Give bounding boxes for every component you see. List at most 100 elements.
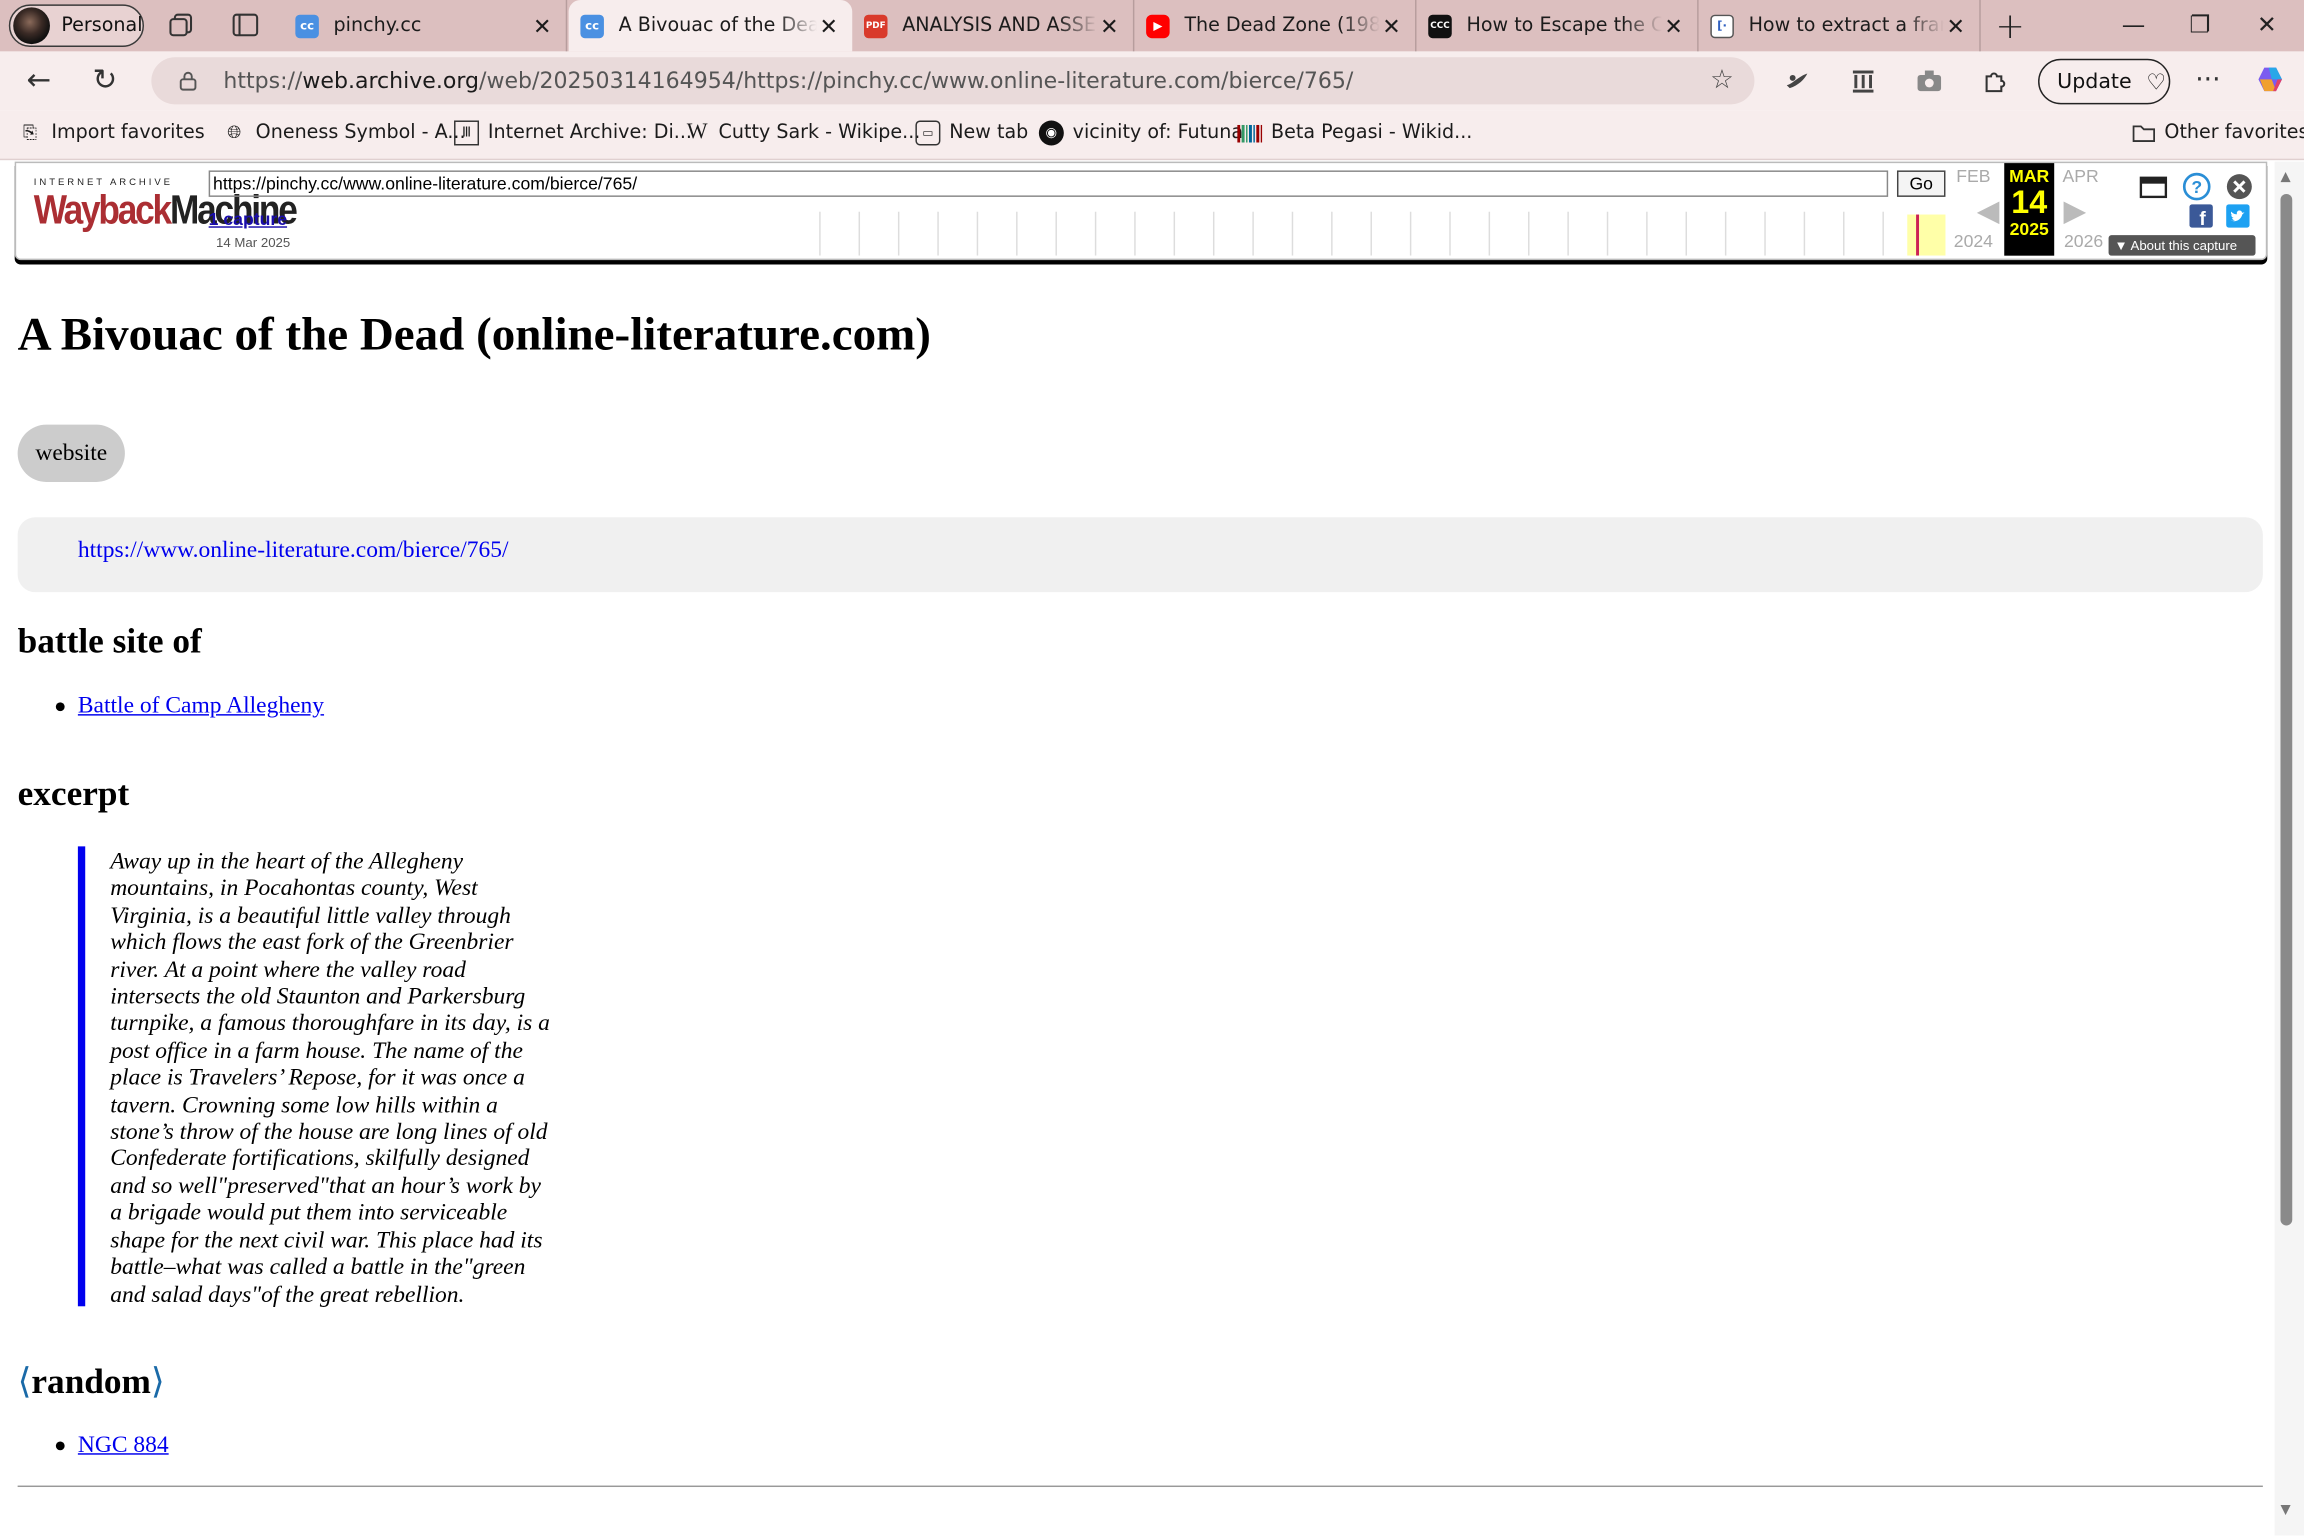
- close-tab-icon[interactable]: ✕: [1098, 12, 1122, 38]
- divider: [17, 1485, 2263, 1488]
- prev-month: FEB: [1956, 166, 1991, 187]
- tab-title: How to Escape the Conformity: [1466, 14, 1661, 37]
- extension-icon[interactable]: [1782, 66, 1811, 95]
- wayback-logo[interactable]: INTERNET ARCHIVE WaybackMachine: [33, 178, 298, 243]
- close-tab-icon[interactable]: ✕: [1944, 12, 1968, 38]
- about-label: About this capture: [2130, 238, 2238, 253]
- source-link[interactable]: https://www.online-literature.com/bierce…: [78, 538, 509, 564]
- battle-link[interactable]: Battle of Camp Allegheny: [78, 694, 324, 720]
- tab-analysis[interactable]: PDF ANALYSIS AND ASSESSMENT ✕: [852, 0, 1135, 52]
- about-capture-button[interactable]: ▼ About this capture: [2108, 235, 2256, 256]
- wikipedia-icon: W: [686, 120, 708, 145]
- scroll-down-arrow[interactable]: ▼: [2280, 1503, 2290, 1518]
- excerpt-line: shape for the next civil war. This place…: [110, 1227, 543, 1253]
- tab-extract-frame[interactable]: [· How to extract a frame from a video ✕: [1699, 0, 1981, 52]
- favorite-cutty-sark[interactable]: W Cutty Sark - Wikipe...: [685, 120, 921, 145]
- tab-pinchy[interactable]: cc pinchy.cc ✕: [284, 0, 568, 52]
- scrollbar[interactable]: ▲ ▼: [2274, 161, 2304, 1536]
- import-icon: ⎘: [23, 121, 38, 143]
- cur-day: 14: [2011, 183, 2048, 221]
- more-options-icon[interactable]: ···: [2195, 65, 2220, 96]
- excerpt-line: and salad days"of the great rebellion.: [110, 1282, 465, 1308]
- profile-button[interactable]: Personal: [8, 4, 145, 48]
- favorite-label: Other favorites: [2164, 121, 2304, 145]
- favorite-star-icon[interactable]: ☆: [1710, 65, 1734, 96]
- other-favorites[interactable]: Other favorites: [2131, 120, 2304, 145]
- random-link[interactable]: NGC 884: [78, 1433, 169, 1459]
- circle-icon: ◉: [1038, 120, 1064, 146]
- screenshot-icon[interactable]: [1915, 66, 1944, 95]
- page-title: A Bivouac of the Dead (online-literature…: [17, 307, 931, 361]
- section-battle-site: battle site of: [17, 623, 202, 662]
- svg-text:?: ?: [2191, 177, 2202, 197]
- cur-year: 2025: [2009, 218, 2049, 240]
- tab-title: The Dead Zone (1983) - YouTube: [1184, 14, 1380, 37]
- folder-icon: [2131, 120, 2156, 145]
- close-tab-icon[interactable]: ✕: [817, 12, 841, 38]
- favorite-beta-pegasi[interactable]: Beta Pegasi - Wikid...: [1237, 120, 1472, 145]
- capture-sparkline[interactable]: [817, 211, 1948, 256]
- tab-dead-zone[interactable]: ▶ The Dead Zone (1983) - YouTube ✕: [1134, 0, 1417, 52]
- facebook-icon[interactable]: f: [2189, 204, 2213, 228]
- excerpt-line: intersects the old Staunton and Parkersb…: [110, 984, 526, 1010]
- tab-title: pinchy.cc: [333, 14, 422, 37]
- list-item: NGC 884: [55, 1433, 169, 1459]
- new-tab-button[interactable]: +: [1995, 6, 2025, 47]
- tab-bivouac[interactable]: cc A Bivouac of the Dead (online-literat…: [568, 0, 853, 52]
- tab-title: ANALYSIS AND ASSESSMENT: [902, 14, 1097, 37]
- logo-wayback: Wayback: [33, 187, 172, 234]
- next-capture-arrow[interactable]: ▶: [2053, 192, 2097, 229]
- excerpt-line: mountains, in Pocahontas county, West: [110, 876, 478, 902]
- excerpt-line: a brigade would put them into serviceabl…: [110, 1200, 508, 1226]
- excerpt-line: and so well"preserved"that an hour’s wor…: [110, 1173, 541, 1199]
- favorite-futuna[interactable]: ◉ vicinity of: Futuna: [1038, 120, 1244, 146]
- excerpt-line: Away up in the heart of the Allegheny: [110, 849, 464, 875]
- tab-strip: Personal cc pinchy.cc ✕ cc A Bivouac of …: [0, 0, 2304, 52]
- favorite-oneness[interactable]: 🌐︎ Oneness Symbol - A...: [222, 120, 465, 145]
- excerpt-line: place is Travelers’ Repose, for it was o…: [110, 1065, 525, 1091]
- current-capture: MAR 14 2025: [2004, 163, 2055, 256]
- calendar-icon[interactable]: [2139, 175, 2168, 200]
- cc-icon: cc: [295, 13, 319, 38]
- excerpt-line: tavern. Crowning some low hills within a: [110, 1092, 498, 1118]
- wayback-url-input[interactable]: https://pinchy.cc/www.online-literature.…: [208, 170, 1889, 197]
- svg-text:f: f: [2199, 209, 2206, 228]
- update-button[interactable]: Update ♡: [2038, 58, 2171, 105]
- favorite-internet-archive[interactable]: Ⅲ Internet Archive: Di...: [454, 120, 692, 146]
- scrollbar-thumb[interactable]: [2280, 193, 2293, 1226]
- favorite-label: vicinity of: Futuna: [1072, 121, 1244, 145]
- next-month: APR: [2062, 166, 2099, 187]
- doc-icon: [·: [1710, 13, 1734, 38]
- restore-icon[interactable]: ❐: [2189, 10, 2210, 38]
- back-icon[interactable]: ←: [26, 62, 51, 97]
- captures-link[interactable]: 1 capture: [209, 209, 287, 230]
- scroll-up-arrow[interactable]: ▲: [2280, 170, 2290, 185]
- globe-icon: 🌐︎: [227, 121, 242, 143]
- close-window-icon[interactable]: ✕: [2257, 10, 2277, 38]
- section-random: ⟨random⟩: [18, 1361, 165, 1404]
- heart-icon: ♡: [2146, 68, 2167, 95]
- wayback-toolbar: INTERNET ARCHIVE WaybackMachine https://…: [14, 161, 2268, 261]
- minimize-icon[interactable]: —: [2122, 10, 2146, 38]
- excerpt-line: which flows the east fork of the Greenbr…: [110, 930, 514, 956]
- close-toolbar-icon[interactable]: [2225, 172, 2254, 201]
- extensions-puzzle-icon[interactable]: [1981, 66, 2010, 95]
- help-icon[interactable]: ?: [2182, 172, 2211, 201]
- favorite-new-tab[interactable]: ▭ New tab: [915, 120, 1028, 146]
- copilot-icon[interactable]: [2256, 63, 2288, 95]
- wayback-go-button[interactable]: Go: [1896, 170, 1946, 197]
- tab-actions-icon[interactable]: [231, 12, 260, 38]
- site-info-icon[interactable]: [178, 71, 199, 92]
- favorite-import[interactable]: ⎘ Import favorites: [18, 120, 205, 145]
- close-tab-icon[interactable]: ✕: [530, 12, 554, 38]
- close-tab-icon[interactable]: ✕: [1380, 12, 1404, 38]
- archive-extension-icon[interactable]: [1848, 66, 1877, 95]
- tab-escape[interactable]: CCC How to Escape the Conformity ✕: [1416, 0, 1699, 52]
- address-bar[interactable]: https://web.archive.org/web/202503141649…: [151, 57, 1755, 105]
- close-tab-icon[interactable]: ✕: [1662, 12, 1686, 38]
- refresh-icon[interactable]: ↻: [93, 62, 118, 97]
- youtube-icon: ▶: [1146, 13, 1170, 38]
- workspaces-icon[interactable]: [168, 12, 197, 38]
- link-box: https://www.online-literature.com/bierce…: [17, 517, 2263, 593]
- twitter-icon[interactable]: [2226, 204, 2250, 228]
